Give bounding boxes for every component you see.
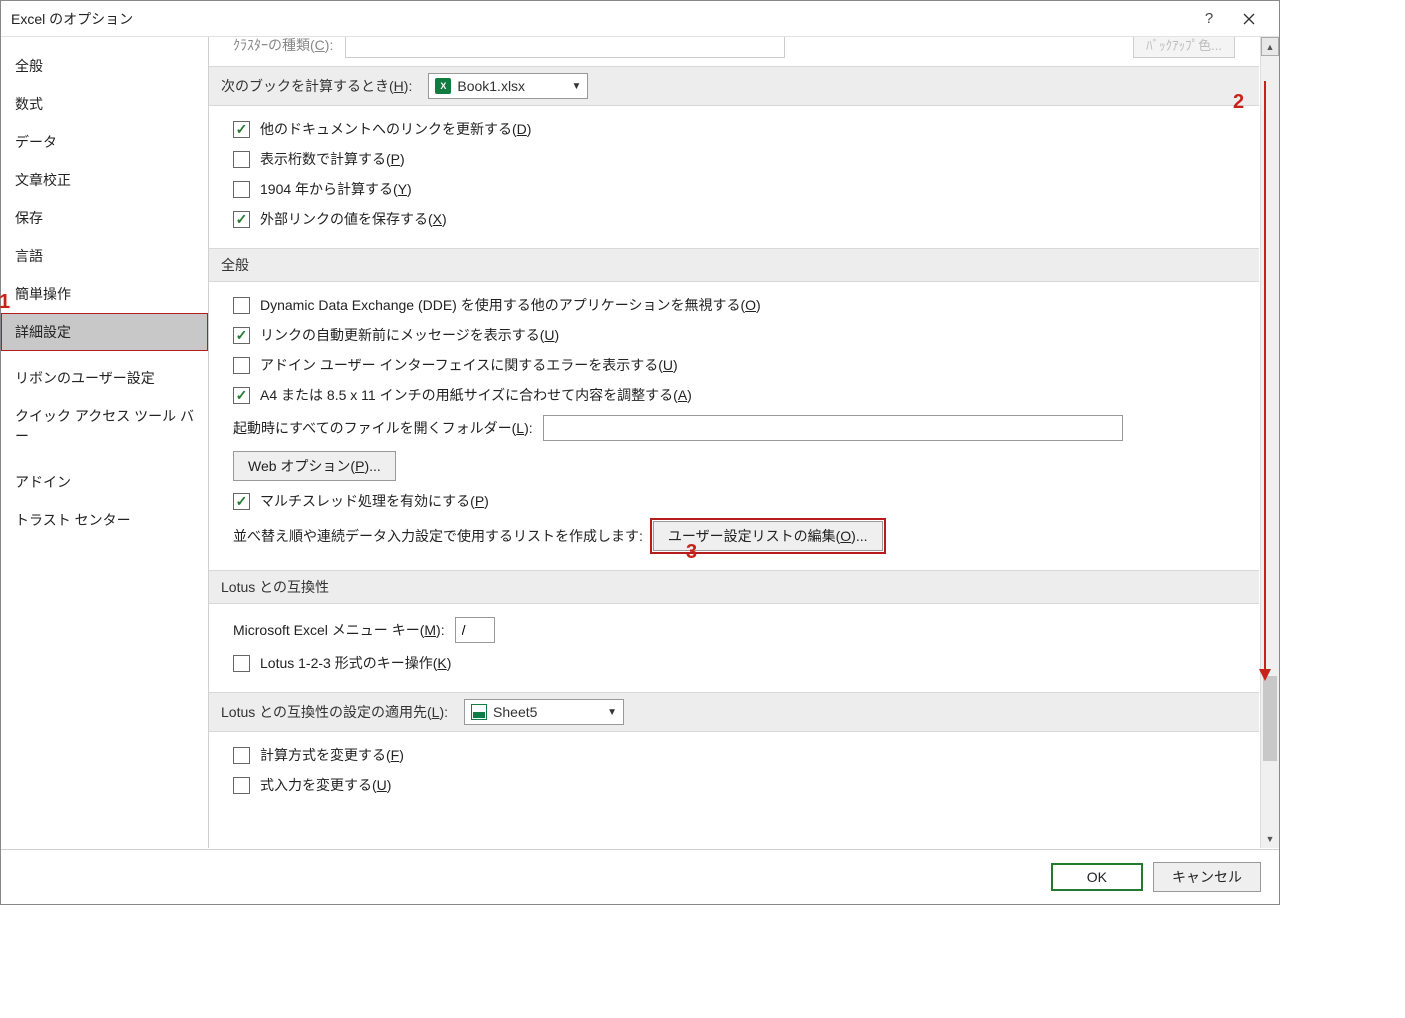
options-content: ｸﾗｽﾀｰの種類(C): ﾊﾞｯｸｱｯﾌﾟ色... 次のブックを計算するとき(H… (209, 37, 1279, 848)
worksheet-icon (471, 704, 487, 720)
checkbox-icon (233, 151, 250, 168)
checkbox-icon (233, 297, 250, 314)
opt-transition-formula-entry[interactable]: 式入力を変更する(U) (233, 770, 1235, 800)
opt-enable-multithreaded[interactable]: マルチスレッド処理を有効にする(P) (233, 486, 1235, 516)
scroll-thumb[interactable] (1263, 676, 1277, 761)
checkbox-icon (233, 493, 250, 510)
web-options-button[interactable]: Web オプション(P)... (233, 451, 396, 481)
category-sidebar: 全般 数式 データ 文章校正 保存 言語 簡単操作 詳細設定 リボンのユーザー設… (1, 37, 209, 848)
checkbox-icon (233, 777, 250, 794)
opt-transition-formula-evaluation[interactable]: 計算方式を変更する(F) (233, 740, 1235, 770)
dialog-footer: OK キャンセル (1, 849, 1279, 904)
annotation-3: 3 (686, 541, 697, 564)
checkbox-icon (233, 121, 250, 138)
close-button[interactable] (1229, 1, 1269, 37)
opt-lotus-keys[interactable]: Lotus 1-2-3 形式のキー操作(K) (233, 648, 1235, 678)
opt-ask-update-links[interactable]: リンクの自動更新前にメッセージを表示する(U) (233, 320, 1235, 350)
excel-options-dialog: Excel のオプション ? 全般 数式 データ 文章校正 保存 言語 簡単操作… (0, 0, 1280, 905)
checkbox-icon (233, 387, 250, 404)
checkbox-icon (233, 357, 250, 374)
cluster-type-input[interactable] (345, 37, 785, 58)
opt-ignore-dde[interactable]: Dynamic Data Exchange (DDE) を使用する他のアプリケー… (233, 290, 1235, 320)
checkbox-icon (233, 181, 250, 198)
checkbox-icon (233, 211, 250, 228)
sidebar-item-ease-of-access[interactable]: 簡単操作 (1, 275, 208, 313)
excel-menu-key-input[interactable] (455, 617, 495, 643)
opt-update-links[interactable]: 他のドキュメントへのリンクを更新する(D) (233, 114, 1235, 144)
opt-startup-folder: 起動時にすべてのファイルを開くフォルダー(L): (233, 410, 1235, 446)
opt-scale-to-paper-size[interactable]: A4 または 8.5 x 11 インチの用紙サイズに合わせて内容を調整する(A) (233, 380, 1235, 410)
vertical-scrollbar[interactable]: ▲ ▼ (1260, 37, 1279, 848)
chevron-down-icon: ▼ (571, 81, 581, 92)
opt-custom-lists-prompt: 並べ替え順や連続データ入力設定で使用するリストを作成します: ユーザー設定リスト… (233, 516, 1235, 556)
titlebar: Excel のオプション ? (1, 1, 1279, 37)
annotation-arrow-head (1259, 669, 1271, 681)
section-lotus-compatibility: Lotus との互換性 (209, 570, 1259, 604)
scroll-up-button[interactable]: ▲ (1261, 37, 1279, 56)
sidebar-item-customize-ribbon[interactable]: リボンのユーザー設定 (1, 359, 208, 397)
chevron-down-icon: ▼ (607, 707, 617, 718)
sidebar-item-formulas[interactable]: 数式 (1, 85, 208, 123)
section-when-calculating-workbook: 次のブックを計算するとき(H): X Book1.xlsx ▼ (209, 66, 1259, 106)
opt-excel-menu-key: Microsoft Excel メニュー キー(M): (233, 612, 1235, 648)
opt-precision-as-displayed[interactable]: 表示桁数で計算する(P) (233, 144, 1235, 174)
sidebar-item-general[interactable]: 全般 (1, 47, 208, 85)
window-title: Excel のオプション (11, 9, 133, 29)
help-button[interactable]: ? (1189, 1, 1229, 37)
checkbox-icon (233, 327, 250, 344)
checkbox-icon (233, 655, 250, 672)
annotation-arrow-line (1264, 81, 1266, 671)
cancel-button[interactable]: キャンセル (1153, 862, 1261, 892)
sidebar-item-trust-center[interactable]: トラスト センター (1, 501, 208, 539)
section-lotus-compatibility-for: Lotus との互換性の設定の適用先(L): Sheet5 ▼ (209, 692, 1259, 732)
lotus-sheet-selector[interactable]: Sheet5 ▼ (464, 699, 624, 725)
ok-button[interactable]: OK (1051, 863, 1143, 891)
backup-color-button: ﾊﾞｯｸｱｯﾌﾟ色... (1133, 37, 1235, 58)
sidebar-item-data[interactable]: データ (1, 123, 208, 161)
opt-1904-date-system[interactable]: 1904 年から計算する(Y) (233, 174, 1235, 204)
cutoff-cluster-type-row: ｸﾗｽﾀｰの種類(C): ﾊﾞｯｸｱｯﾌﾟ色... (209, 37, 1259, 66)
sidebar-item-advanced[interactable]: 詳細設定 (1, 313, 208, 351)
excel-file-icon: X (435, 78, 451, 94)
annotation-1: 1 (0, 291, 10, 314)
sidebar-item-addins[interactable]: アドイン (1, 463, 208, 501)
scroll-down-button[interactable]: ▼ (1261, 829, 1279, 848)
annotation-2: 2 (1233, 91, 1244, 114)
sidebar-item-language[interactable]: 言語 (1, 237, 208, 275)
opt-save-external-link-values[interactable]: 外部リンクの値を保存する(X) (233, 204, 1235, 234)
sidebar-item-save[interactable]: 保存 (1, 199, 208, 237)
sidebar-item-quick-access-toolbar[interactable]: クイック アクセス ツール バー (1, 397, 208, 455)
workbook-selector[interactable]: X Book1.xlsx ▼ (428, 73, 588, 99)
section-general: 全般 (209, 248, 1259, 282)
opt-show-addin-ui-errors[interactable]: アドイン ユーザー インターフェイスに関するエラーを表示する(U) (233, 350, 1235, 380)
startup-folder-input[interactable] (543, 415, 1123, 441)
sidebar-item-proofing[interactable]: 文章校正 (1, 161, 208, 199)
checkbox-icon (233, 747, 250, 764)
